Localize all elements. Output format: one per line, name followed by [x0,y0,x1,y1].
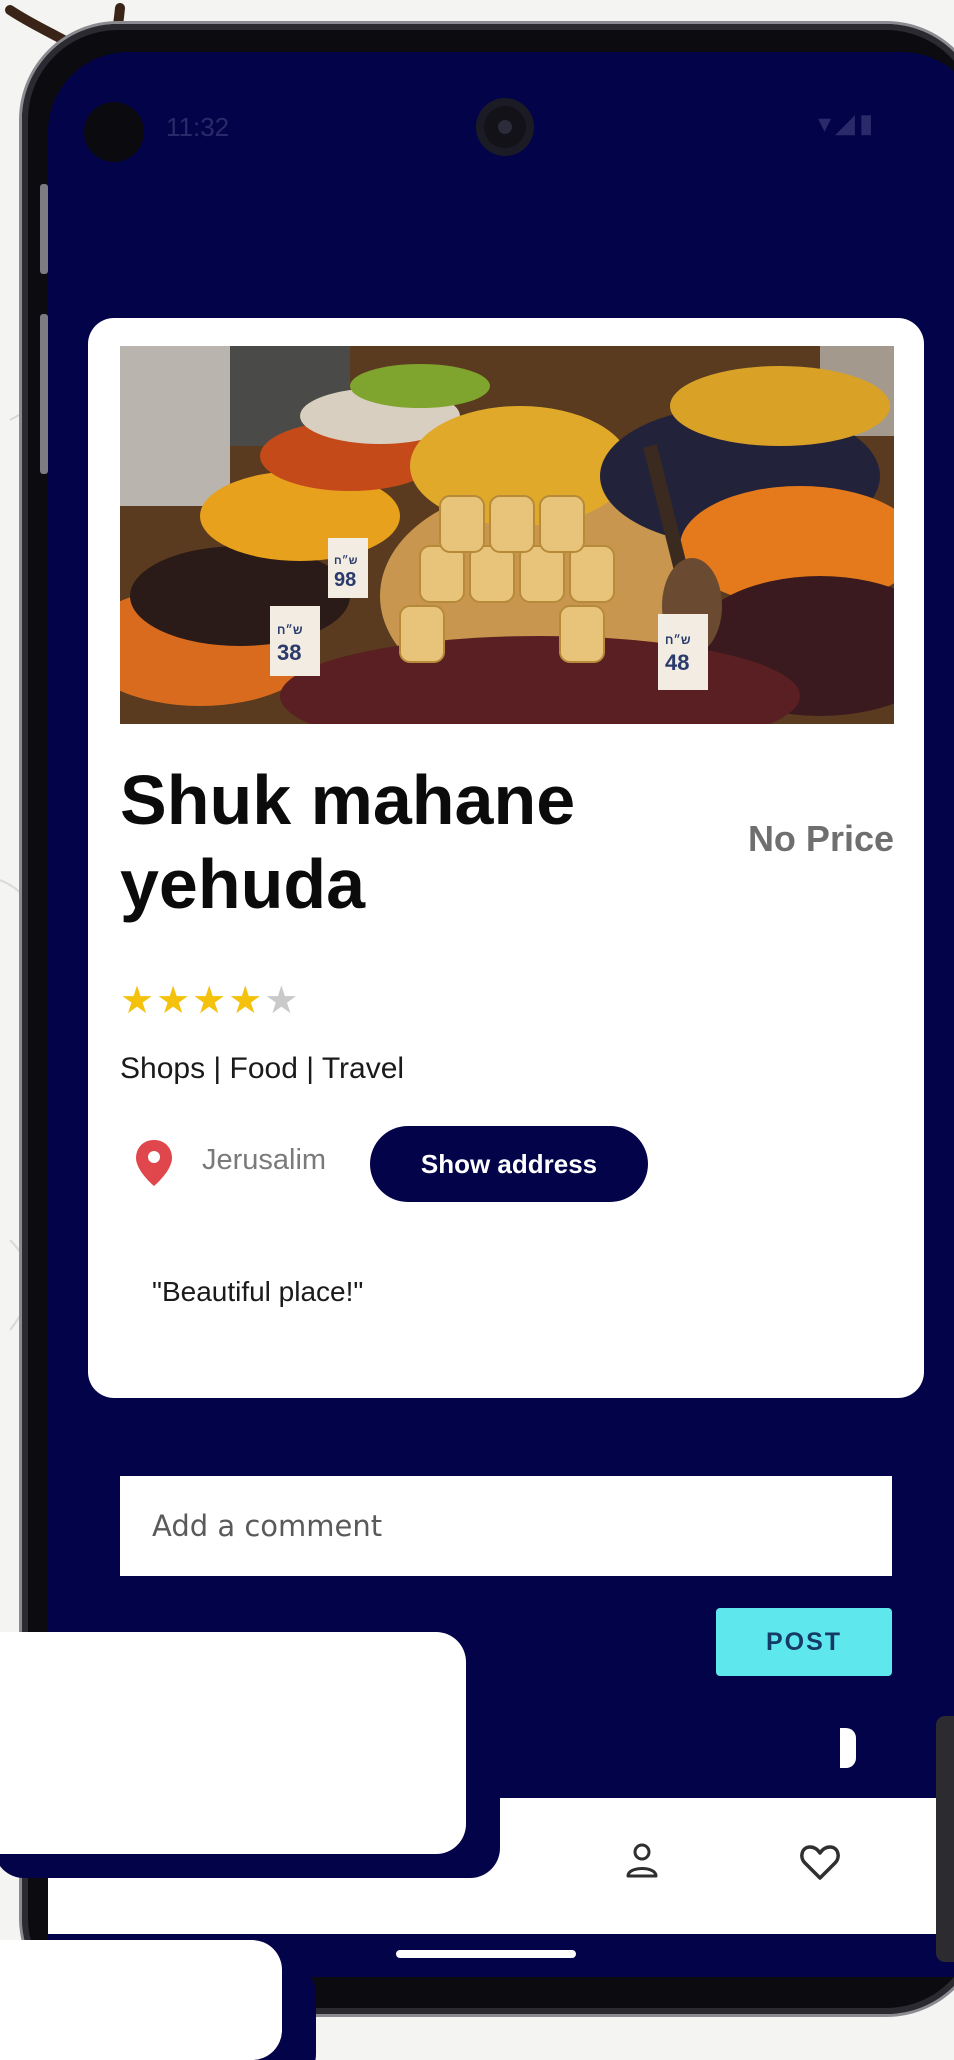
review-text: "Beautiful place!" [152,1276,364,1307]
post-button[interactable]: POST [716,1608,892,1676]
overlay-card [0,1940,282,2060]
price-label: No Price [747,818,894,859]
status-icons: ▾◢▮ [818,108,878,138]
overlay-card [0,1632,466,1854]
star-icon: ★ [192,980,229,1022]
photo-price-tag: 38 [277,640,301,665]
phone-volume-button [40,314,48,474]
gesture-bar [396,1950,576,1958]
location-pin-icon [136,1140,172,1186]
category-list: Shops | Food | Travel [120,1052,405,1085]
svg-text:ש״ח: ש״ח [277,623,303,637]
photo-price-tag: 48 [665,650,689,675]
show-address-button[interactable]: Show address [370,1126,648,1202]
comment-input[interactable] [120,1476,892,1576]
market-photo: ש״ח 98 ש״ח 38 ש״ח 48 [120,346,894,724]
star-icon: ★ [120,980,157,1022]
status-bar: 11:32 ▾◢▮ [48,52,954,162]
svg-text:ש״ח: ש״ח [334,554,358,567]
place-title: Shuk mahane yehuda [120,761,576,923]
camera-dot [84,102,144,162]
photo-price-tag: 98 [334,569,356,591]
city-label: Jerusalim [202,1144,327,1176]
star-empty-icon: ★ [264,980,301,1022]
place-card: ש״ח 98 ש״ח 38 ש״ח 48 Shuk mahane yehuda … [88,318,924,1398]
scrollbar[interactable] [936,1716,954,1962]
star-icon: ★ [228,980,265,1022]
front-camera [476,98,534,156]
status-time: 11:32 [166,112,230,142]
heart-icon[interactable] [796,1838,844,1886]
partial-icon [840,1728,856,1768]
svg-text:ש״ח: ש״ח [665,633,691,647]
phone-side-button [40,184,48,274]
star-icon: ★ [156,980,193,1022]
profile-icon[interactable] [618,1838,666,1886]
star-rating: ★★★★★ [120,978,300,1023]
